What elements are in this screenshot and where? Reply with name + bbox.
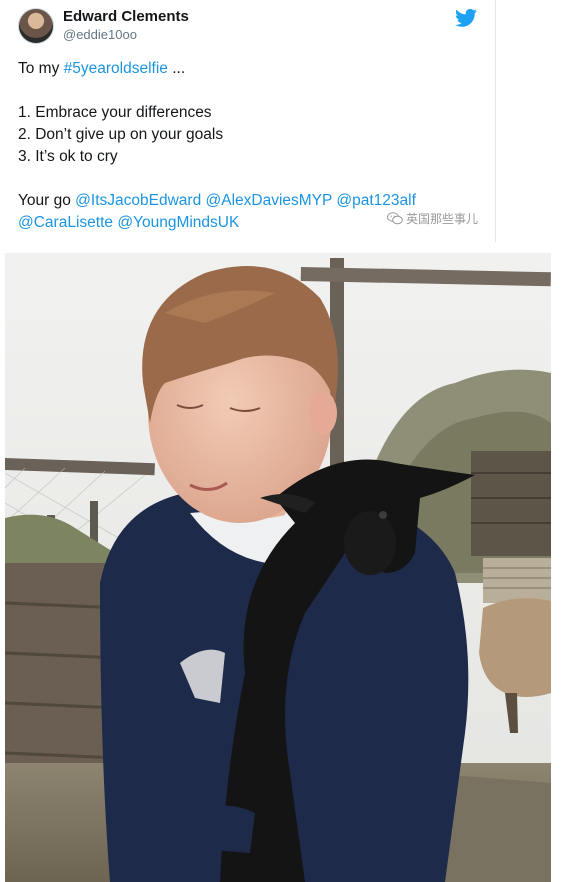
watermark: 英国那些事儿: [387, 210, 478, 227]
wechat-icon: [387, 212, 403, 225]
tweet-intro: To my #5yearoldselfie ...: [18, 60, 186, 77]
boy-holding-black-goat-photo[interactable]: [5, 253, 551, 882]
hashtag-link[interactable]: #5yearoldselfie: [64, 60, 168, 77]
author-name[interactable]: Edward Clements: [63, 8, 189, 25]
list-item-3: 3. It’s ok to cry: [18, 148, 118, 165]
list-item-1: 1. Embrace your differences: [18, 104, 212, 121]
twitter-bird-icon[interactable]: [455, 8, 477, 28]
mention-link[interactable]: @CaraLisette: [18, 214, 113, 231]
list-item-2: 2. Don’t give up on your goals: [18, 126, 224, 143]
tweet-card: Edward Clements @eddie10oo To my #5yearo…: [0, 0, 497, 242]
mention-link[interactable]: @AlexDaviesMYP: [206, 192, 333, 209]
author-handle[interactable]: @eddie10oo: [63, 27, 137, 42]
mention-link[interactable]: @YoungMindsUK: [117, 214, 239, 231]
tweet-border: [495, 0, 496, 242]
mention-link[interactable]: @pat123alf: [336, 192, 416, 209]
author-avatar[interactable]: [18, 8, 54, 44]
mention-link[interactable]: @ItsJacobEdward: [75, 192, 201, 209]
tweet-outro: Your go @ItsJacobEdward @AlexDaviesMYP @…: [18, 192, 416, 209]
watermark-text: 英国那些事儿: [406, 212, 479, 226]
tweet-mentions-line2: @CaraLisette @YoungMindsUK: [18, 214, 239, 232]
